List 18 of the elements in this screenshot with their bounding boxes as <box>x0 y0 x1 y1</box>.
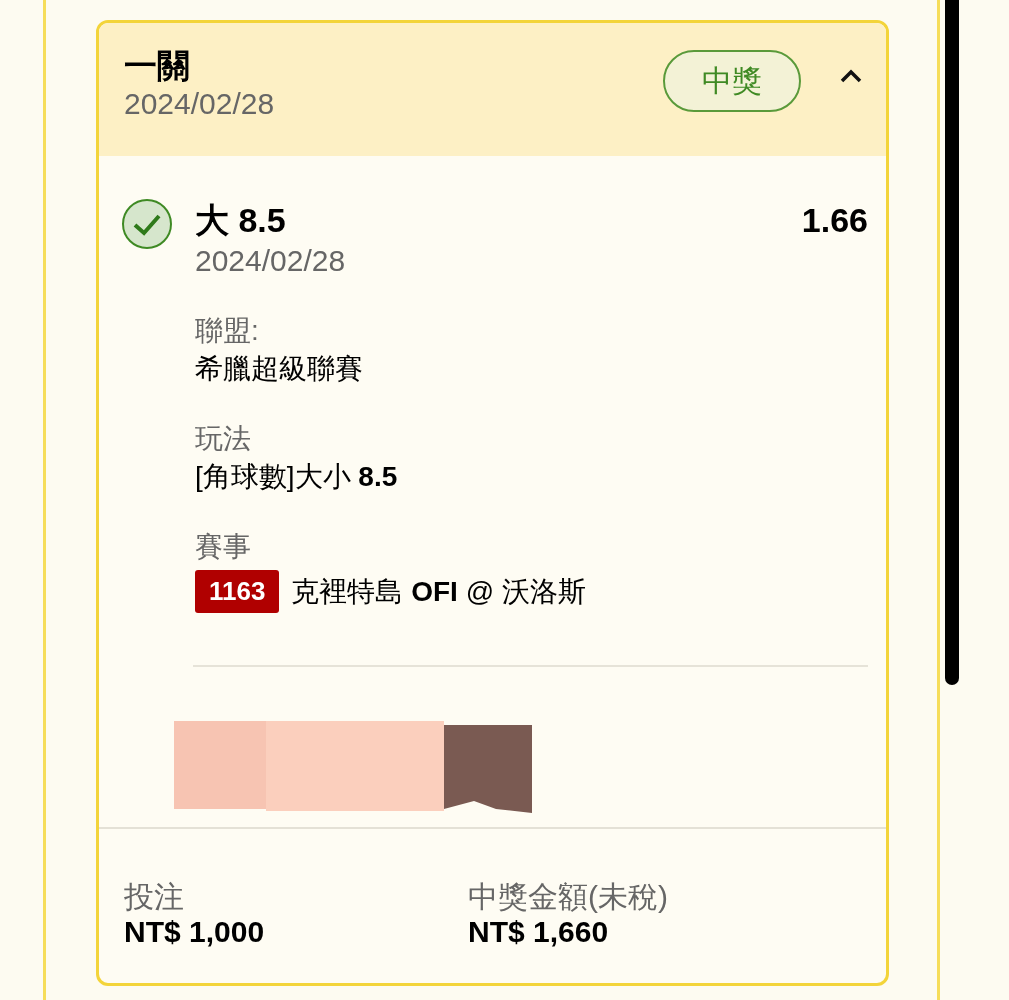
ticket-title: 一關 <box>124 47 191 85</box>
field-value: 希臘超級聯賽 <box>195 352 364 386</box>
field-label: 玩法 <box>195 422 252 456</box>
ticket-date: 2024/02/28 <box>124 86 276 122</box>
footer-amount: NT$ 1,660 <box>468 915 610 949</box>
field-value: [角球數]大小 8.5 <box>195 460 399 494</box>
field-label: 賽事 <box>195 530 252 564</box>
footer-label: 中獎金額(未稅) <box>468 879 669 915</box>
match-code: 1163 <box>195 570 280 613</box>
field-label: 聯盟: <box>195 314 260 348</box>
field-value: 克裡特島 OFI @ 沃洛斯 <box>291 574 586 609</box>
footer-label: 投注 <box>124 879 185 915</box>
scrollbar[interactable] <box>945 0 959 685</box>
pick-date: 2024/02/28 <box>195 243 347 279</box>
status-badge: 中獎 <box>663 50 801 112</box>
footer-amount: NT$ 1,000 <box>124 915 266 949</box>
pick-title: 大 8.5 <box>195 200 287 241</box>
odds-value: 1.66 <box>801 200 868 241</box>
